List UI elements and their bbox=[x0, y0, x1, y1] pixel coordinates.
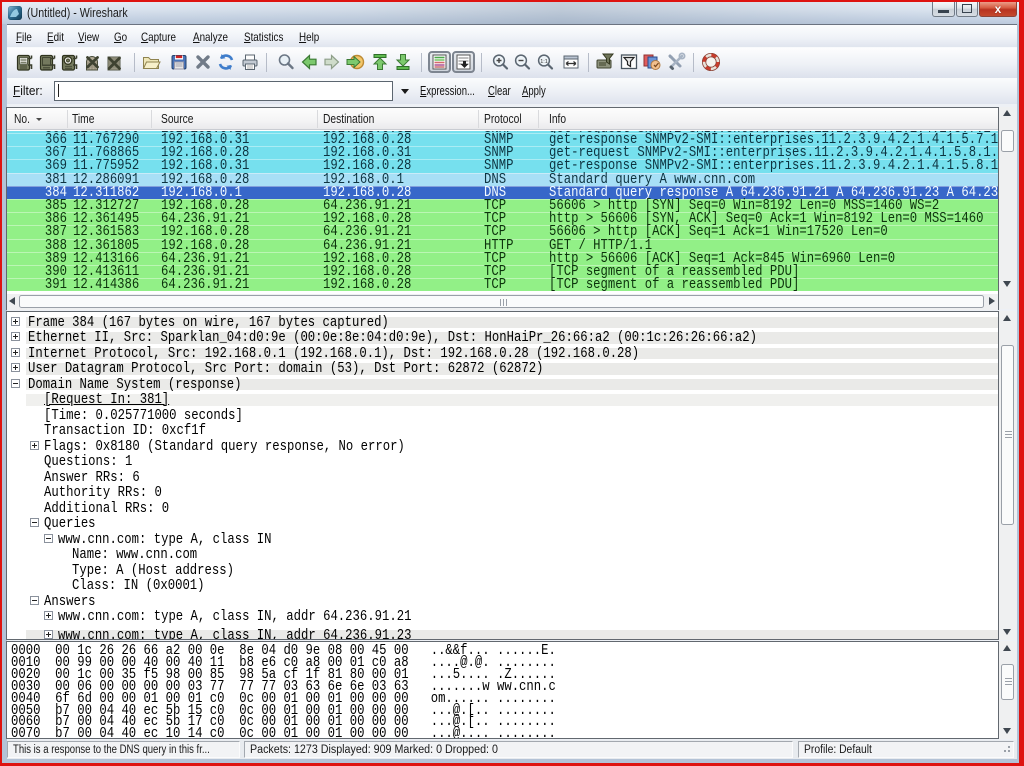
svg-text:1:1: 1:1 bbox=[540, 59, 548, 65]
